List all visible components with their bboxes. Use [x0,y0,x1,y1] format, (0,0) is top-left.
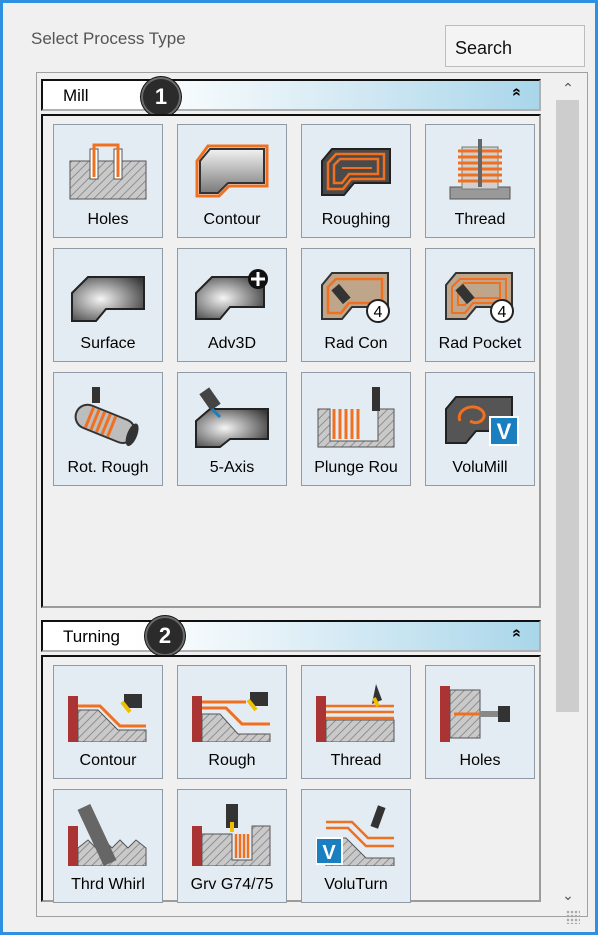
volumill-v-badge: V [497,419,512,444]
scroll-thumb[interactable] [556,100,579,712]
roughing-icon [321,148,391,196]
five-axis-icon [195,387,269,448]
collapse-icon[interactable]: » [508,629,526,638]
tile-turn-holes[interactable]: Holes [425,665,535,779]
surface-icon [71,276,145,322]
tile-label: Plunge Rou [314,459,398,476]
tile-label: Surface [80,335,136,352]
tile-thread-whirl[interactable]: Thrd Whirl [53,789,163,903]
voluturn-icon: V [316,805,395,866]
tile-label: Contour [203,211,261,228]
tile-roughing[interactable]: Roughing [301,124,411,238]
tile-label: Contour [79,752,137,769]
tile-label: Thread [330,752,382,769]
resize-grip-icon[interactable] [566,910,580,924]
tile-5-axis[interactable]: 5-Axis [177,372,287,486]
tile-voluturn[interactable]: V VoluTurn [301,789,411,903]
tile-adv3d[interactable]: Adv3D [177,248,287,362]
tile-label: Grv G74/75 [190,876,274,893]
tile-label: Holes [459,752,501,769]
tile-rot-rough[interactable]: Rot. Rough [53,372,163,486]
tile-turn-contour[interactable]: Contour [53,665,163,779]
contour-icon [195,144,269,198]
tile-holes[interactable]: Holes [53,124,163,238]
tile-label: Thread [454,211,506,228]
tile-label: VoluMill [452,459,508,476]
voluturn-v-badge: V [322,842,336,864]
turn-thread-icon [316,684,395,742]
section-label-mill: Mill [63,86,89,105]
holes-icon [69,143,147,200]
tile-thread[interactable]: Thread [425,124,535,238]
section-header-turning[interactable]: Turning » [41,620,541,652]
tile-label: Rad Con [324,335,388,352]
turn-contour-icon [68,694,147,742]
plunge-rough-icon [317,387,395,448]
scroll-up-icon[interactable]: ⌃ [553,77,583,99]
thread-whirl-icon [68,804,147,866]
tile-rad-con[interactable]: 4 Rad Con [301,248,411,362]
vertical-scrollbar[interactable]: ⌃ ⌄ [553,74,583,916]
section-header-mill[interactable]: Mill » [41,79,541,111]
callout-badge-1: 1 [141,77,181,117]
axis-count-label: 4 [374,304,383,321]
scroll-down-icon[interactable]: ⌄ [553,884,583,906]
turn-rough-icon [192,692,271,742]
groove-icon [192,804,271,866]
tile-surface[interactable]: Surface [53,248,163,362]
volumill-icon: V [445,396,519,446]
tile-plunge-rough[interactable]: Plunge Rou [301,372,411,486]
tile-rad-pocket[interactable]: 4 Rad Pocket [425,248,535,362]
tile-label: Adv3D [207,335,257,352]
collapse-icon[interactable]: » [508,88,526,97]
tile-label: Holes [87,211,129,228]
tile-label: Roughing [321,211,391,228]
section-label-turning: Turning [63,627,121,646]
rot-rough-icon [74,387,139,447]
tile-label: 5-Axis [209,459,255,476]
mill-tile-panel: Holes Contour Roughing Thread Surface Ad… [41,114,541,608]
tile-label: Rough [208,752,256,769]
axis-count-label: 4 [498,304,507,321]
tile-label: Rot. Rough [67,459,149,476]
tile-turn-thread[interactable]: Thread [301,665,411,779]
tile-label: Rad Pocket [438,335,522,352]
turn-holes-icon [440,686,510,742]
tile-groove[interactable]: Grv G74/75 [177,789,287,903]
rad-pocket-icon: 4 [445,272,514,323]
page-title: Select Process Type [31,29,186,48]
tile-label: Thrd Whirl [71,876,145,893]
thread-icon [449,139,511,200]
callout-badge-2: 2 [145,616,185,656]
rad-con-icon: 4 [321,272,390,323]
adv3d-icon [195,269,268,320]
search-button[interactable]: Search [445,25,585,67]
tile-contour[interactable]: Contour [177,124,287,238]
tile-label: VoluTurn [324,876,388,893]
turning-tile-panel: Contour Rough Thread Holes Thrd Whirl Gr… [41,655,541,903]
tile-volumill[interactable]: V VoluMill [425,372,535,486]
tile-turn-rough[interactable]: Rough [177,665,287,779]
